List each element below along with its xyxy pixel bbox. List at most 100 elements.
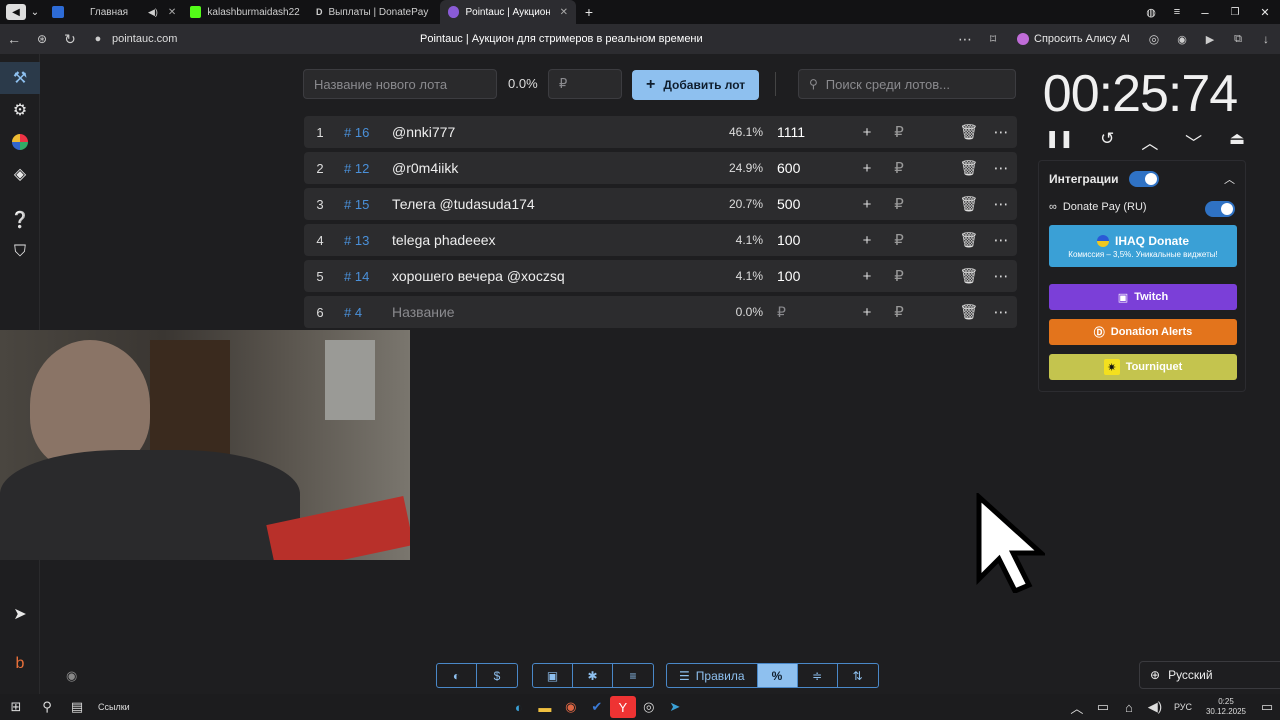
explorer-icon[interactable]: ▬ [532, 696, 558, 718]
close-icon[interactable]: ✕ [168, 7, 176, 18]
windows-start-icon[interactable]: ⊞ [0, 696, 32, 718]
lot-row[interactable]: 6 # 4 Название 0.0% ₽ + ₽ 🗑 ⋯ [304, 296, 1017, 328]
ruble-icon[interactable]: ₽ [883, 195, 915, 213]
close-icon[interactable]: ✕ [560, 7, 568, 18]
donatepay-toggle[interactable] [1205, 201, 1235, 217]
back-icon[interactable]: ← [0, 31, 28, 47]
lot-name[interactable]: telega phadeeex [392, 232, 713, 248]
ask-alice-button[interactable]: Спросить Алису AI [1007, 33, 1140, 45]
lot-name[interactable]: хорошего вечера @xoczsq [392, 268, 713, 284]
lot-name[interactable]: Название [392, 304, 713, 320]
help-icon[interactable]: ❔ [0, 204, 40, 236]
eye-icon[interactable]: ◉ [66, 668, 77, 684]
trash-icon[interactable]: 🗑 [953, 267, 985, 285]
notification-icon[interactable]: ▭ [1254, 696, 1280, 718]
lot-fast-id[interactable]: # 4 [336, 305, 392, 320]
tray-folder-icon[interactable]: ▭ [1090, 696, 1116, 718]
lot-name[interactable]: @r0m4iikk [392, 160, 713, 176]
new-lot-input[interactable]: Название нового лота [303, 69, 497, 99]
search-icon[interactable]: ⚲ [32, 696, 62, 718]
settings-icon[interactable]: ⚙ [0, 94, 40, 126]
chevron-up-icon[interactable]: ︿ [1224, 171, 1235, 187]
profile-icon[interactable]: ◍ [1138, 1, 1164, 23]
maximize-icon[interactable]: ❐ [1220, 1, 1250, 23]
clear-icon[interactable]: ≡ [613, 664, 653, 687]
obs-icon[interactable]: ◎ [636, 696, 662, 718]
reset-icon[interactable]: ↺ [1100, 129, 1114, 154]
lot-row[interactable]: 5 # 14 хорошего вечера @xoczsq 4.1% 100 + ₽ 🗑 ⋯ [304, 260, 1017, 292]
layers-icon[interactable]: ◈ [0, 158, 40, 190]
donate-icon[interactable]: $ [477, 664, 517, 687]
boosty-icon[interactable]: b [0, 648, 40, 680]
collections-icon[interactable]: ⧉ [1224, 33, 1252, 46]
lot-fast-id[interactable]: # 16 [336, 125, 392, 140]
tray-lang[interactable]: РУС [1174, 702, 1192, 712]
lot-amount[interactable]: ₽ [763, 304, 833, 321]
tourniquet-button[interactable]: ✷ Tourniquet [1049, 354, 1237, 380]
trash-icon[interactable]: 🗑 [953, 195, 985, 213]
chrome-icon[interactable]: ◉ [558, 696, 584, 718]
chevron-down-icon[interactable]: ⌄ [26, 1, 44, 23]
gavel-icon[interactable]: ⚒ [0, 62, 40, 94]
eject-icon[interactable]: ⏏ [1229, 129, 1245, 154]
lot-row[interactable]: 3 # 15 Телега @tudasuda174 20.7% 500 + ₽ 🗑 ⋯ [304, 188, 1017, 220]
wheel-icon[interactable] [0, 126, 40, 158]
lot-name[interactable]: Телега @tudasuda174 [392, 196, 713, 212]
download-icon[interactable]: ↓ [1252, 32, 1280, 46]
lot-row[interactable]: 2 # 12 @r0m4iikk 24.9% 600 + ₽ 🗑 ⋯ [304, 152, 1017, 184]
plus-icon[interactable]: + [851, 232, 883, 249]
more-icon[interactable]: ⋯ [985, 267, 1017, 285]
shield-icon[interactable]: ⊛ [28, 32, 56, 46]
yandex-icon[interactable]: Y [609, 696, 636, 718]
plus-icon[interactable]: + [851, 268, 883, 285]
amount-input[interactable]: ₽ [548, 69, 622, 99]
more-icon[interactable]: ⋯ [951, 31, 979, 48]
more-icon[interactable]: ⋯ [985, 303, 1017, 321]
lot-fast-id[interactable]: # 13 [336, 233, 392, 248]
shield-check-icon[interactable]: ⛉ [0, 236, 40, 268]
tray-clock[interactable]: 0:25 30.12.2025 [1206, 697, 1246, 717]
more-icon[interactable]: ⋯ [985, 195, 1017, 213]
telegram-icon[interactable]: ➤ [0, 598, 40, 630]
chevron-down-icon[interactable]: ﹀ [1185, 129, 1202, 154]
lot-amount[interactable]: 500 [763, 196, 833, 212]
tab-home[interactable]: Главная [44, 0, 140, 24]
trash-icon[interactable]: 🗑 [953, 303, 985, 321]
links-label[interactable]: Ссылки [98, 702, 130, 712]
telegram-taskbar-icon[interactable]: ➤ [662, 696, 688, 718]
lot-amount[interactable]: 100 [763, 232, 833, 248]
ruble-icon[interactable]: ₽ [883, 303, 915, 321]
tab-pointauc[interactable]: Pointauc | Аукцион для ✕ [440, 0, 576, 24]
plus-icon[interactable]: + [851, 160, 883, 177]
media-icon[interactable]: ▶ [1196, 33, 1224, 46]
ihaq-button[interactable]: IHAQ Donate Комиссия – 3,5%. Уникальные … [1049, 225, 1237, 267]
tray-volume-icon[interactable]: ◀) [1142, 696, 1168, 718]
lot-fast-id[interactable]: # 12 [336, 161, 392, 176]
ruble-icon[interactable]: ₽ [883, 159, 915, 177]
close-window-icon[interactable]: ✕ [1250, 1, 1280, 23]
translate-icon[interactable]: ◎ [1140, 32, 1168, 46]
sound-icon[interactable]: ◀ [6, 4, 26, 20]
trash-icon[interactable]: 🗑 [953, 231, 985, 249]
plus-icon[interactable]: + [851, 196, 883, 213]
lot-amount[interactable]: 1111 [763, 124, 833, 140]
plus-icon[interactable]: + [851, 124, 883, 141]
edge-icon[interactable]: ◐ [506, 696, 532, 718]
lot-row[interactable]: 1 # 16 @nnki777 46.1% 1111 + ₽ 🗑 ⋯ [304, 116, 1017, 148]
tray-chevron-icon[interactable]: ︿ [1064, 696, 1090, 718]
tab-donatepay[interactable]: D Выплаты | DonatePay [308, 0, 440, 24]
reload-icon[interactable]: ↻ [56, 31, 84, 48]
more-icon[interactable]: ⋯ [985, 123, 1017, 141]
tray-network-icon[interactable]: ⌂ [1116, 696, 1142, 718]
pause-icon[interactable]: ❚❚ [1045, 129, 1074, 154]
language-select[interactable]: ⊕ Русский ⇕ [1139, 661, 1280, 689]
percent-button[interactable]: % [757, 664, 798, 687]
new-tab-icon[interactable]: + [576, 1, 602, 23]
lot-amount[interactable]: 100 [763, 268, 833, 284]
donation-alerts-button[interactable]: Ⓓ Donation Alerts [1049, 319, 1237, 345]
url-text[interactable]: pointauc.com [112, 33, 412, 45]
more-icon[interactable]: ⋯ [985, 231, 1017, 249]
lot-fast-id[interactable]: # 15 [336, 197, 392, 212]
github-icon[interactable]: ◐ [437, 664, 477, 687]
rules-button[interactable]: ☰ Правила [667, 664, 758, 687]
